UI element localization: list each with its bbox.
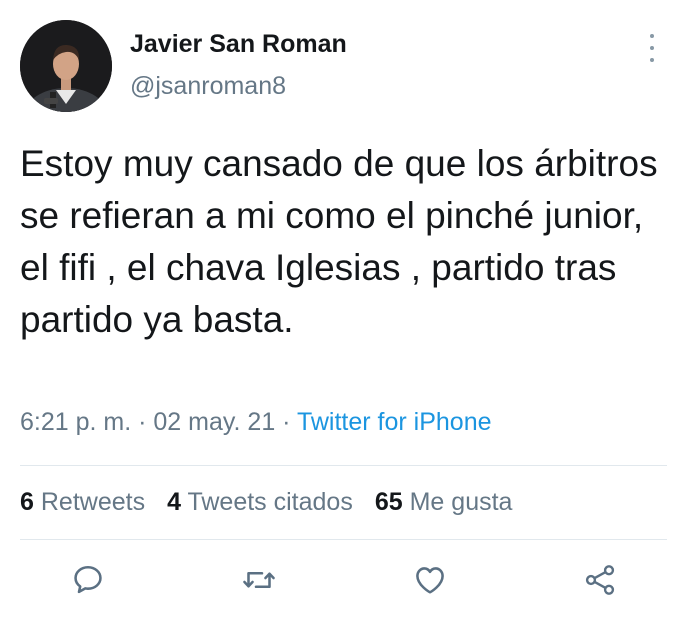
like-button[interactable] — [412, 562, 448, 598]
meta-separator: · — [275, 408, 297, 436]
quotes-count: 4 — [167, 488, 181, 516]
tweet-meta: 6:21 p. m. · 02 may. 21 · Twitter for iP… — [20, 408, 492, 437]
avatar[interactable] — [20, 20, 112, 112]
retweet-button[interactable] — [241, 562, 277, 598]
likes-stat[interactable]: 65 Me gusta — [375, 488, 513, 517]
tweet-stats: 6 Retweets 4 Tweets citados 65 Me gusta — [20, 488, 534, 517]
retweets-count: 6 — [20, 488, 34, 516]
user-handle[interactable]: @jsanroman8 — [130, 72, 286, 101]
tweet-text: Estoy muy cansado de que los árbitros se… — [20, 143, 658, 340]
avatar-image — [20, 20, 112, 112]
likes-count: 65 — [374, 488, 403, 516]
meta-separator: · — [131, 408, 154, 436]
tweet-source-link[interactable]: Twitter for iPhone — [297, 408, 492, 436]
share-icon — [585, 565, 615, 595]
divider — [20, 465, 667, 466]
user-name[interactable]: Javier San Roman — [130, 30, 347, 59]
reply-icon — [74, 565, 102, 594]
tweet-time[interactable]: 6:21 p. m. — [20, 408, 131, 436]
reply-button[interactable] — [70, 562, 106, 598]
retweets-stat[interactable]: 6 Retweets — [20, 488, 145, 517]
tweet-date[interactable]: 02 may. 21 — [153, 408, 275, 436]
heart-icon — [416, 567, 444, 594]
retweet-icon — [243, 571, 275, 589]
more-vertical-icon[interactable] — [640, 34, 664, 62]
retweets-label: Retweets — [40, 488, 146, 516]
action-bar — [0, 558, 687, 602]
quotes-label: Tweets citados — [187, 488, 353, 516]
divider — [20, 539, 667, 540]
share-button[interactable] — [582, 562, 618, 598]
likes-label: Me gusta — [409, 488, 513, 516]
quotes-stat[interactable]: 4 Tweets citados — [167, 488, 353, 517]
